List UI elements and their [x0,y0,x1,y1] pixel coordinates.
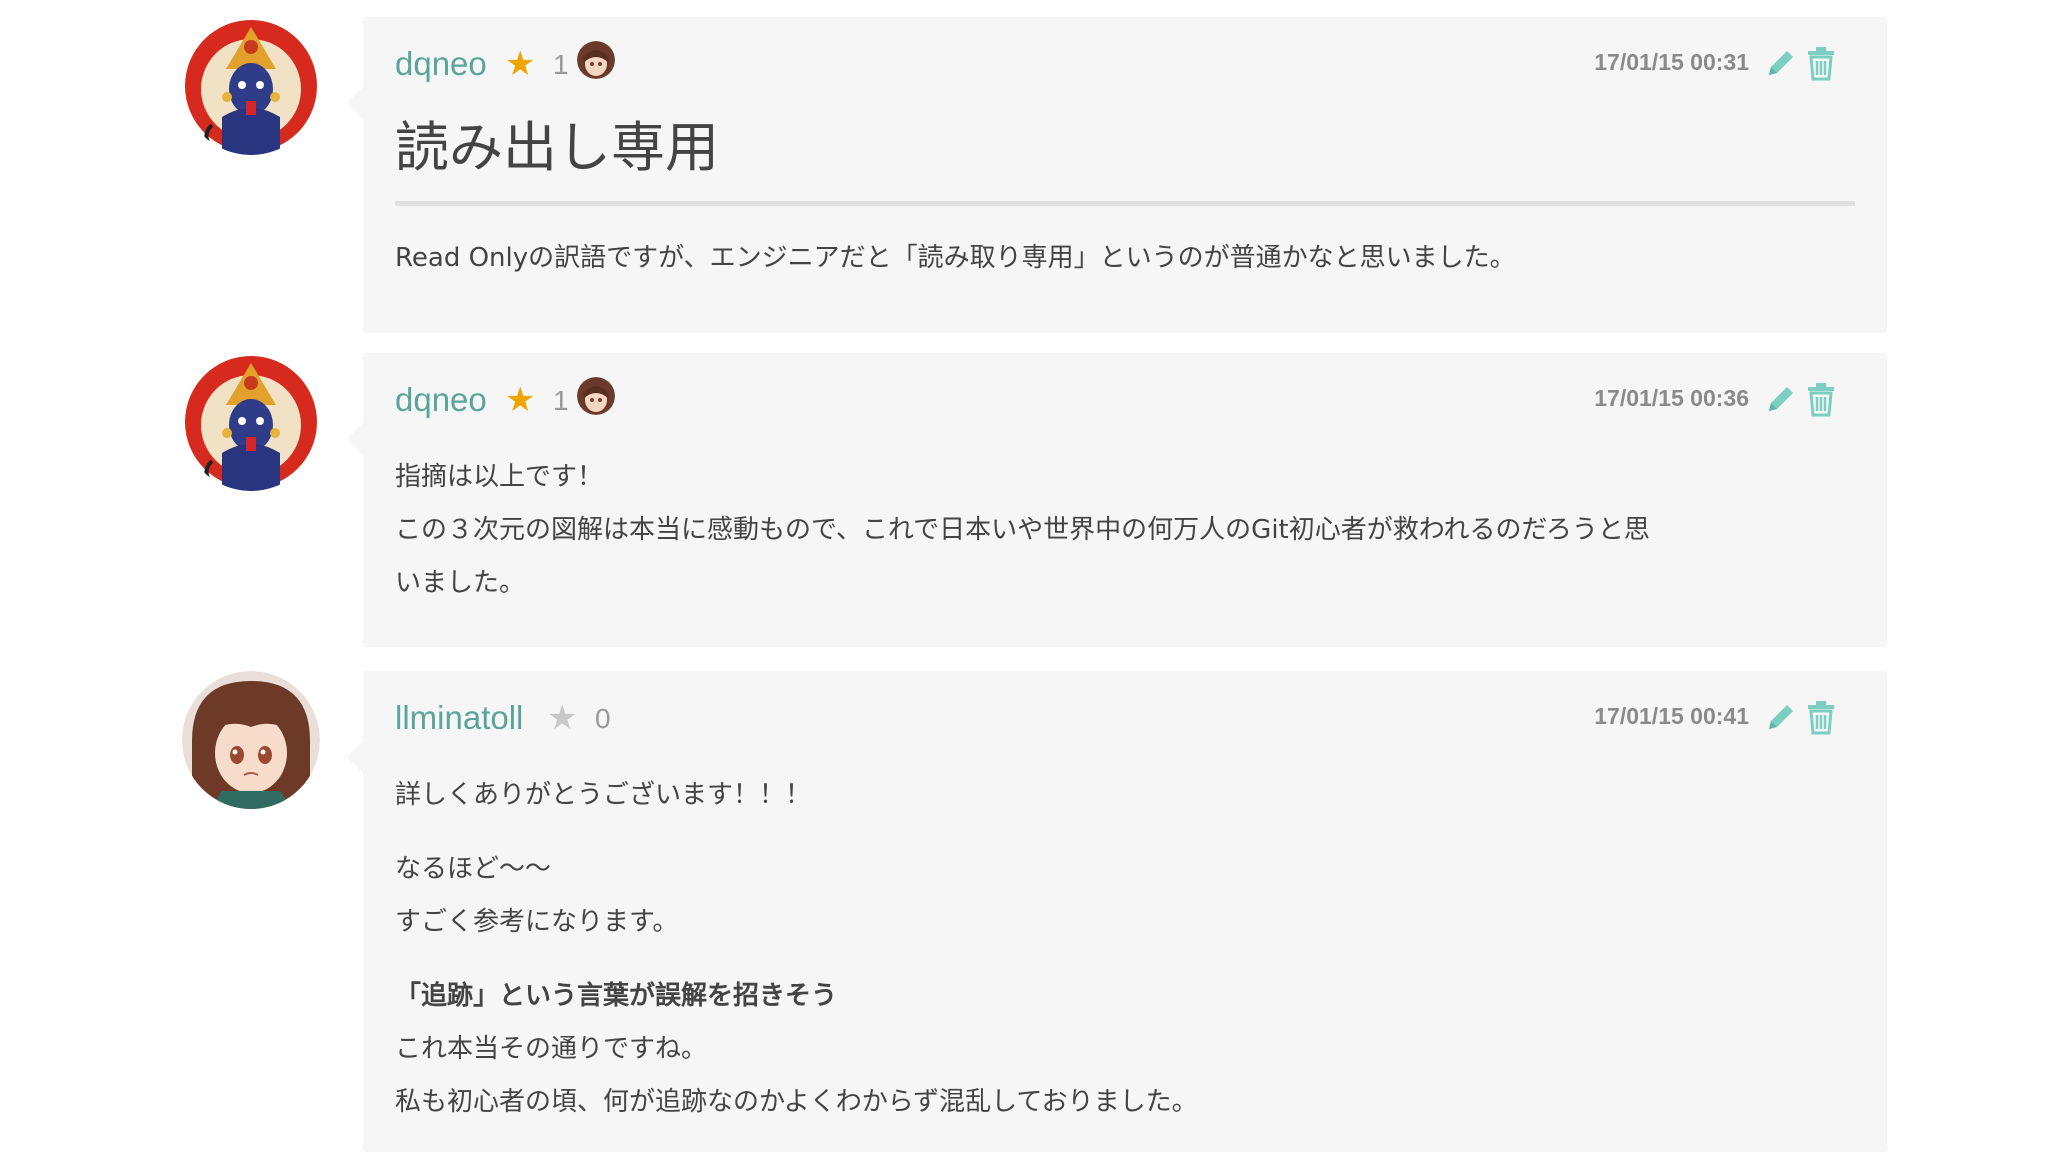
star-icon[interactable]: ★ [505,383,535,417]
trash-icon [1808,47,1834,81]
comment-timestamp[interactable]: 17/01/15 00:31 [1594,51,1749,74]
pencil-icon [1769,705,1793,729]
trash-icon [1808,383,1834,417]
star-icon[interactable]: ★ [505,47,535,81]
comment-card: dqneo ★ 1 17/01/15 00:36 指摘は以上です！ この３次元の… [347,353,1887,647]
stargazer-avatar-icon [577,377,615,415]
star-count: 0 [595,703,611,734]
edit-button[interactable] [1765,699,1797,735]
pencil-icon [1769,387,1793,411]
delete-button[interactable] [1805,699,1837,735]
stargazer-avatar[interactable] [577,377,615,415]
deity-avatar-icon [182,17,320,155]
comment-text: なるほど〜〜 [395,854,552,884]
username-link[interactable]: dqneo [395,383,487,416]
comment-header: dqneo ★ 1 17/01/15 00:36 [395,353,1855,441]
user-avatar[interactable] [182,17,320,155]
delete-button[interactable] [1805,45,1837,81]
comment-text: いました。 [395,568,526,598]
star-icon[interactable]: ★ [547,701,577,735]
comment-text: これ本当その通りですね。 [395,1034,708,1064]
user-avatar[interactable] [182,353,320,491]
comment-body: 読み出し専用 Read Onlyの訳語ですが、エンジニアだと「読み取り専用」とい… [395,111,1855,285]
comment-text: すごく参考になります。 [395,907,679,937]
comment-timestamp[interactable]: 17/01/15 00:41 [1594,705,1749,728]
star-count: 1 [553,49,569,80]
comment-header: dqneo ★ 1 17/01/15 00:31 [395,17,1855,105]
user-avatar[interactable] [182,671,320,809]
stargazer-avatar[interactable] [577,41,615,79]
edit-button[interactable] [1765,381,1797,417]
comment-text: 詳しくありがとうございます！！！ [395,780,812,810]
comment-thread: dqneo ★ 1 17/01/15 00:31 読み出し専用 Read Onl… [0,0,2048,1152]
comment-body: 詳しくありがとうございます！！！ なるほど〜〜 すごく参考になります。 「追跡」… [395,759,1855,1129]
comment-timestamp[interactable]: 17/01/15 00:36 [1594,387,1749,410]
comment-text: この３次元の図解は本当に感動もので、これで日本いや世界中の何万人のGit初心者が… [395,515,1650,545]
star-count: 1 [553,385,569,416]
comment-heading: 読み出し専用 [395,111,1855,206]
stargazer-avatar-icon [577,41,615,79]
username-link[interactable]: dqneo [395,47,487,80]
anime-girl-avatar-icon [182,671,320,809]
pencil-icon [1769,51,1793,75]
delete-button[interactable] [1805,381,1837,417]
comment-card: dqneo ★ 1 17/01/15 00:31 読み出し専用 Read Onl… [347,17,1887,333]
comment-body: 指摘は以上です！ この３次元の図解は本当に感動もので、これで日本いや世界中の何万… [395,441,1855,610]
deity-avatar-icon [182,353,320,491]
comment-header: llminatoll ★ 0 17/01/15 00:41 [395,671,1855,759]
comment-card: llminatoll ★ 0 17/01/15 00:41 詳しくありがとうござ… [347,671,1887,1152]
comment-quote: 「追跡」という言葉が誤解を招きそう [395,981,838,1011]
trash-icon [1808,701,1834,735]
edit-button[interactable] [1765,45,1797,81]
username-link[interactable]: llminatoll [395,701,523,734]
comment-text: 私も初心者の頃、何が追跡なのかよくわからず混乱しておりました。 [395,1087,1198,1117]
comment-text: 指摘は以上です！ [395,462,604,492]
comment-text: Read Onlyの訳語ですが、エンジニアだと「読み取り専用」というのが普通かな… [395,243,1516,273]
